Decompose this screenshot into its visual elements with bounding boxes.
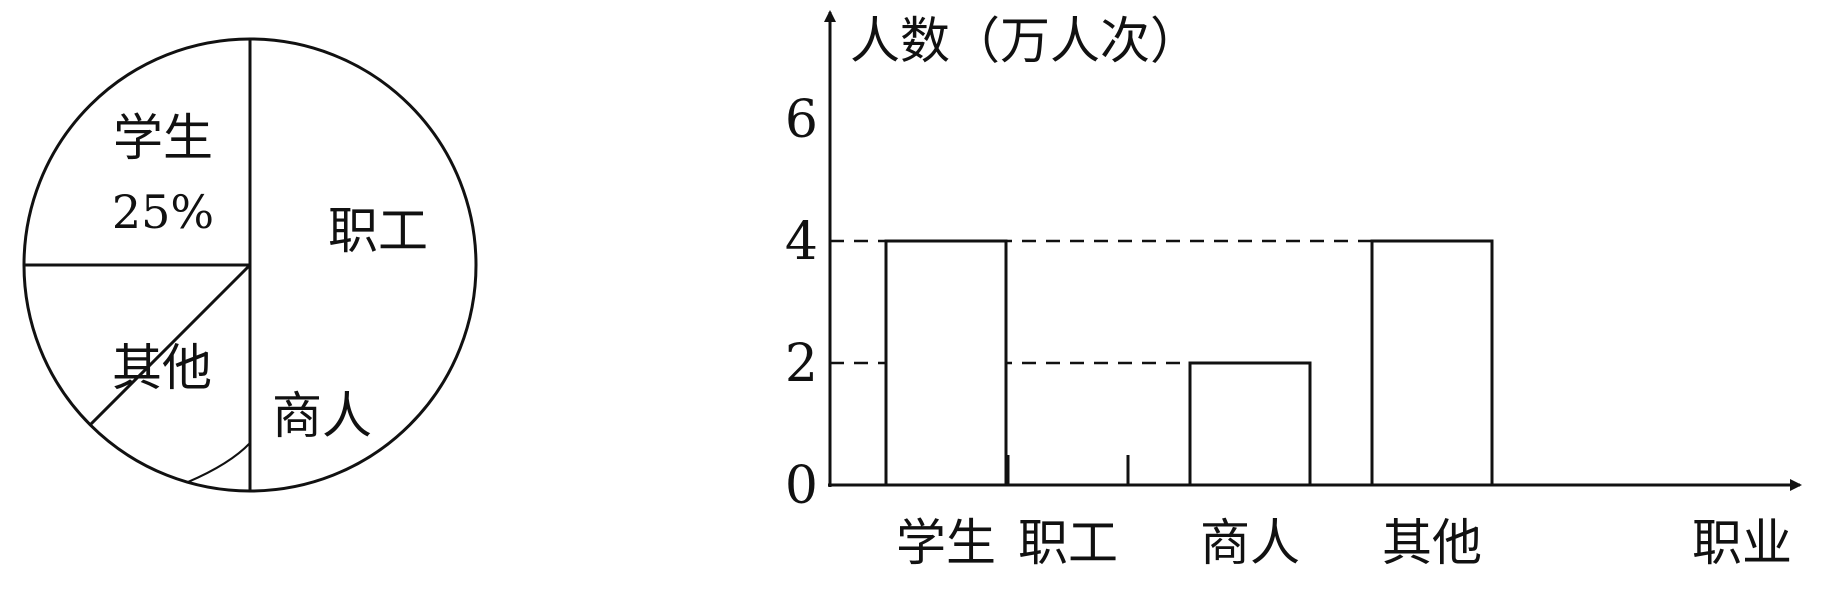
pie-slice-label-student: 学生 <box>113 109 213 167</box>
pie-dividers <box>24 39 252 491</box>
x-tick-label: 职工 <box>1018 514 1118 572</box>
bar-2 <box>1188 361 1312 487</box>
chart-figure: 学生 25% 职工 商人 其他 0246 学生 职工 商人 其他 人数（万人次） 职业 <box>0 0 1840 604</box>
y-tick-label: 2 <box>785 334 818 394</box>
y-tick-labels: 0 2 4 6 <box>785 90 818 516</box>
x-axis-label: 职业 <box>1692 514 1792 572</box>
bar-chart: 0 2 4 6 学生 职工 商人 其他 人数（万人次） 职业 <box>785 10 1802 572</box>
y-tick-label: 6 <box>785 90 818 150</box>
bar-0 <box>884 239 1008 487</box>
pie-angle-marker <box>187 442 251 484</box>
bar-3 <box>1370 239 1494 487</box>
x-tick-labels: 学生 职工 商人 其他 <box>896 514 1482 572</box>
pie-chart: 学生 25% 职工 商人 其他 <box>22 37 478 493</box>
x-tick-label: 学生 <box>896 514 996 572</box>
y-tick-label: 4 <box>785 212 818 272</box>
y-tick-label: 0 <box>785 456 818 516</box>
x-tick-label: 其他 <box>1382 514 1482 572</box>
bar-marks <box>884 239 1494 487</box>
empty-bar-stubs <box>1006 455 1130 485</box>
y-axis-label: 人数（万人次） <box>850 12 1200 70</box>
pie-slice-label-merchant: 商人 <box>272 387 372 445</box>
pie-slice-label-worker: 职工 <box>328 202 428 260</box>
x-tick-label: 商人 <box>1200 514 1300 572</box>
pie-slice-percent-student: 25% <box>112 185 214 239</box>
pie-slice-label-other: 其他 <box>112 339 212 397</box>
